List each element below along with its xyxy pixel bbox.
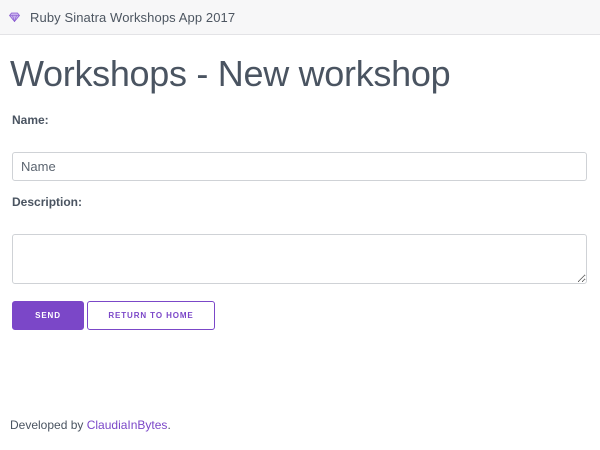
footer-suffix: . bbox=[167, 418, 171, 432]
footer-prefix: Developed by bbox=[10, 418, 87, 432]
gem-icon[interactable] bbox=[9, 12, 20, 23]
app-title[interactable]: Ruby Sinatra Workshops App 2017 bbox=[30, 10, 235, 25]
page-title: Workshops - New workshop bbox=[10, 53, 451, 94]
description-label: Description: bbox=[12, 195, 83, 209]
send-button[interactable]: Send bbox=[12, 301, 84, 330]
name-label: Name: bbox=[12, 113, 49, 127]
description-textarea[interactable] bbox=[12, 234, 587, 284]
footer: Developed by ClaudiaInBytes. bbox=[10, 418, 171, 432]
top-navbar: Ruby Sinatra Workshops App 2017 bbox=[0, 0, 600, 35]
return-home-button[interactable]: Return to home bbox=[87, 301, 215, 330]
author-link[interactable]: ClaudiaInBytes bbox=[87, 418, 168, 432]
name-input[interactable] bbox=[12, 152, 587, 181]
